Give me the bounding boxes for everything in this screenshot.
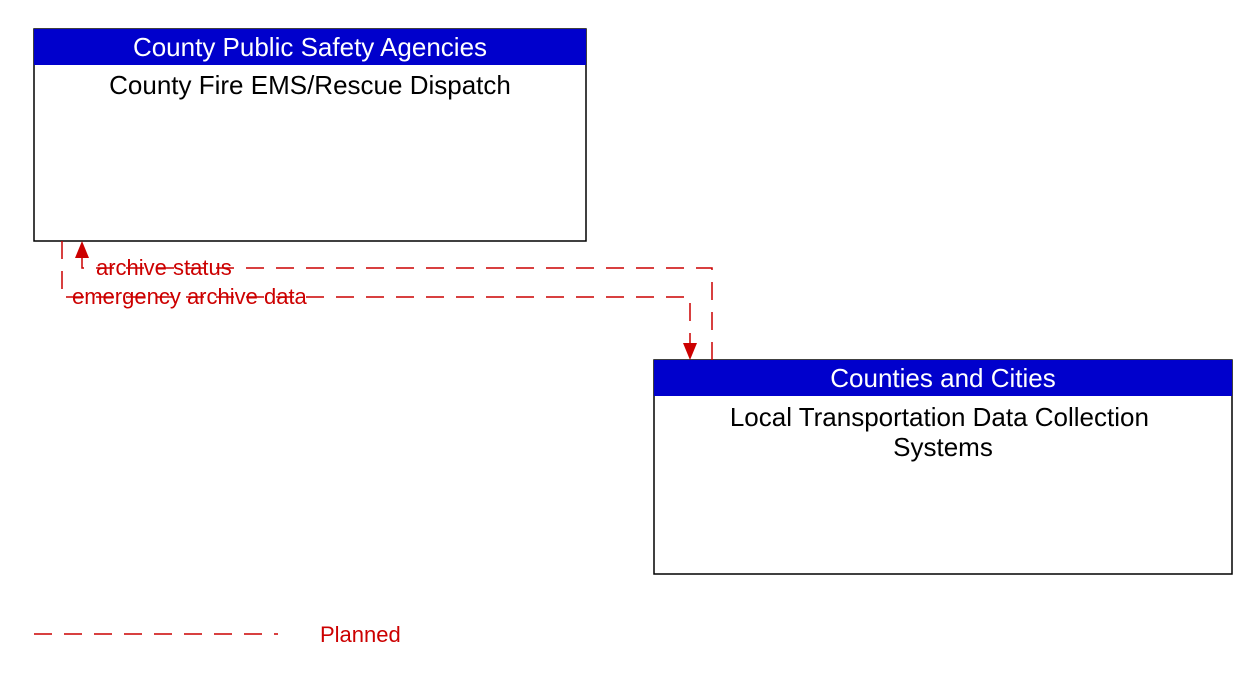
box-body-text: County Fire EMS/Rescue Dispatch bbox=[109, 70, 511, 100]
legend: Planned bbox=[34, 622, 401, 647]
box-county-public-safety: County Public Safety Agencies County Fir… bbox=[34, 29, 586, 241]
architecture-diagram: County Public Safety Agencies County Fir… bbox=[0, 0, 1252, 688]
box-counties-and-cities: Counties and Cities Local Transportation… bbox=[654, 360, 1232, 574]
legend-label: Planned bbox=[320, 622, 401, 647]
arrow-head-icon bbox=[683, 343, 697, 360]
flow-label: archive status bbox=[96, 255, 232, 280]
arrow-head-icon bbox=[75, 241, 89, 258]
flow-label: emergency archive data bbox=[72, 284, 308, 309]
box-header-text: Counties and Cities bbox=[830, 363, 1055, 393]
box-header-text: County Public Safety Agencies bbox=[133, 32, 487, 62]
